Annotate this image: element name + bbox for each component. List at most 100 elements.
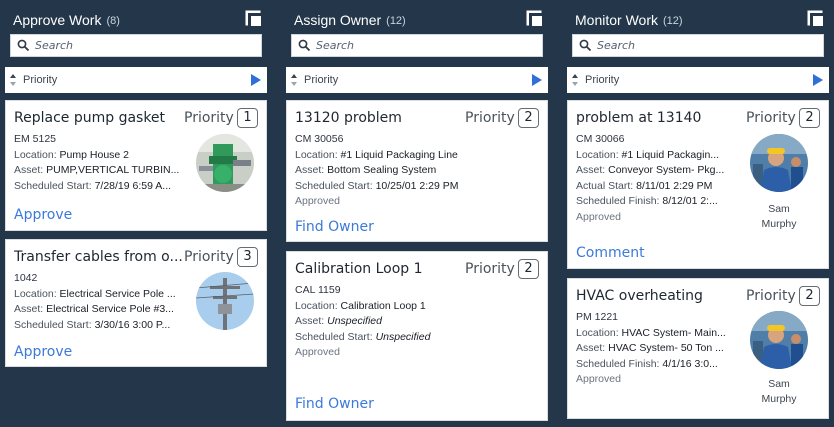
detail-value: 8/11/01 2:29 PM — [636, 179, 713, 192]
priority-label: Priority — [184, 110, 234, 126]
detail-key: Scheduled Start: — [14, 318, 92, 331]
detail-value: 7/28/19 6:59 A... — [94, 179, 172, 192]
detail-value: 8/12/01 2:... — [662, 195, 718, 207]
detail-value: HVAC System- Main... — [621, 326, 726, 339]
detail-value: 10/25/01 2:29 PM — [375, 179, 459, 192]
assignee-first-name: Sam — [768, 378, 790, 390]
column-header: Monitor Work (12) — [567, 6, 829, 34]
detail-key: Location: — [576, 148, 619, 161]
find-owner-button[interactable]: Find Owner — [295, 219, 374, 235]
work-card[interactable]: Transfer cables from o... Priority 3 104… — [5, 239, 267, 367]
search-placeholder: Search — [597, 39, 636, 52]
sort-label: Priority — [304, 74, 339, 86]
search-placeholder: Search — [316, 39, 355, 52]
card-details: CM 30066 Location: #1 Liquid Packagin...… — [576, 132, 724, 225]
detail-value: 4/1/16 3:0... — [662, 357, 718, 370]
work-id: EM 5125 — [14, 133, 57, 145]
work-id: CM 30066 — [576, 133, 625, 145]
detail-value: Calibration Loop 1 — [340, 299, 426, 312]
column-count: (8) — [106, 15, 120, 27]
sort-bar[interactable]: Priority — [567, 67, 829, 93]
detail-key: Scheduled Finish: — [576, 357, 660, 370]
column-monitor-work: Monitor Work (12) Search Priority — [567, 6, 829, 93]
detail-value: Electrical Service Pole ... — [59, 287, 176, 300]
approve-button[interactable]: Approve — [14, 344, 72, 360]
column-header: Approve Work (8) — [5, 6, 267, 34]
detail-key: Asset: — [14, 164, 44, 176]
work-card[interactable]: Calibration Loop 1 Priority 2 CAL 1159 L… — [286, 251, 548, 421]
card-details: EM 5125 Location: Pump House 2 Asset: PU… — [14, 132, 179, 194]
detail-key: Location: — [14, 287, 57, 300]
priority-label: Priority — [184, 249, 234, 265]
assignee-last-name: Murphy — [761, 393, 797, 405]
power-pole-thumbnail — [196, 272, 254, 330]
approve-button[interactable]: Approve — [14, 207, 72, 223]
expand-icon[interactable] — [526, 10, 542, 26]
search-icon — [17, 39, 30, 52]
priority-label: Priority — [746, 110, 796, 126]
detail-key: Location: — [14, 148, 57, 161]
card-title: Replace pump gasket — [14, 110, 166, 126]
detail-value: Electrical Service Pole #3... — [46, 303, 174, 315]
card-details: CAL 1159 Location: Calibration Loop 1 As… — [295, 283, 430, 361]
detail-key: Actual Start: — [576, 179, 634, 192]
play-icon[interactable] — [531, 74, 542, 86]
work-id: CM 30056 — [295, 133, 344, 145]
assignee-last-name: Murphy — [761, 218, 797, 230]
detail-key: Asset: — [576, 342, 606, 354]
detail-key: Asset: — [576, 164, 606, 176]
column-title: Assign Owner — [294, 12, 382, 28]
priority-badge: 2 — [799, 286, 820, 306]
detail-key: Asset: — [14, 303, 44, 315]
sort-bar[interactable]: Priority — [5, 67, 267, 93]
assignee-name: Sam Murphy — [749, 377, 809, 407]
expand-icon[interactable] — [245, 10, 261, 26]
card-title: Transfer cables from o... — [14, 249, 183, 265]
search-input[interactable]: Search — [291, 34, 543, 57]
find-owner-button[interactable]: Find Owner — [295, 396, 374, 412]
sort-arrows-icon[interactable] — [8, 73, 18, 87]
search-input[interactable]: Search — [10, 34, 262, 57]
card-title: HVAC overheating — [576, 288, 703, 304]
play-icon[interactable] — [812, 74, 823, 86]
status-text: Approved — [576, 373, 621, 385]
status-text: Approved — [295, 346, 340, 358]
column-count: (12) — [386, 15, 406, 27]
detail-key: Asset: — [295, 315, 325, 327]
detail-value: #1 Liquid Packaging Line — [340, 148, 458, 161]
expand-icon[interactable] — [807, 10, 823, 26]
priority-badge: 2 — [518, 259, 539, 279]
play-icon[interactable] — [250, 74, 261, 86]
detail-key: Scheduled Start: — [295, 179, 373, 192]
sort-arrows-icon[interactable] — [570, 73, 580, 87]
detail-key: Scheduled Start: — [14, 179, 92, 192]
assignee-first-name: Sam — [768, 203, 790, 215]
column-title: Approve Work — [13, 12, 102, 28]
comment-button[interactable]: Comment — [576, 245, 645, 261]
detail-key: Location: — [295, 148, 338, 161]
priority-label: Priority — [746, 288, 796, 304]
status-text: Approved — [576, 210, 621, 223]
search-icon — [298, 39, 311, 52]
detail-value: Unspecified — [375, 330, 431, 343]
card-title: problem at 13140 — [576, 110, 702, 126]
priority-badge: 3 — [237, 247, 258, 267]
priority-label: Priority — [465, 110, 515, 126]
detail-value: Unspecified — [327, 315, 382, 327]
sort-arrows-icon[interactable] — [289, 73, 299, 87]
pump-thumbnail — [196, 134, 254, 192]
work-id: CAL 1159 — [295, 284, 341, 296]
status-text: Approved — [295, 195, 340, 207]
detail-value: PUMP,VERTICAL TURBIN... — [46, 164, 180, 176]
sort-bar[interactable]: Priority — [286, 67, 548, 93]
search-input[interactable]: Search — [572, 34, 824, 57]
column-approve-work: Approve Work (8) Search Priority — [5, 6, 267, 93]
card-details: 1042 Location: Electrical Service Pole .… — [14, 271, 176, 333]
work-card[interactable]: 13120 problem Priority 2 CM 30056 Locati… — [286, 100, 548, 242]
work-card[interactable]: Replace pump gasket Priority 1 EM 5125 L… — [5, 100, 267, 231]
column-header: Assign Owner (12) — [286, 6, 548, 34]
work-card[interactable]: problem at 13140 Priority 2 CM 30066 Loc… — [567, 100, 829, 269]
work-card[interactable]: HVAC overheating Priority 2 PM 1221 Loca… — [567, 278, 829, 419]
detail-key: Scheduled Finish: — [576, 195, 660, 207]
detail-key: Scheduled Start: — [295, 330, 373, 343]
